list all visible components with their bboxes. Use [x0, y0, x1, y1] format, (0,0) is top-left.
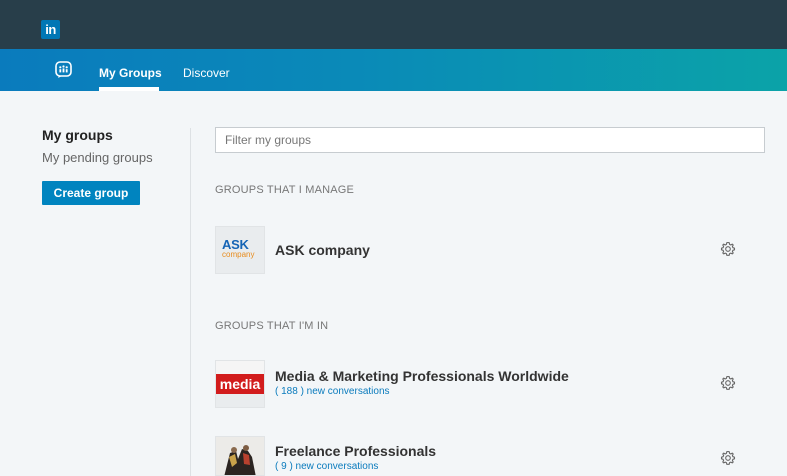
freelance-logo-image: [216, 437, 264, 475]
tab-discover[interactable]: Discover: [183, 66, 230, 80]
sidebar-pending-groups[interactable]: My pending groups: [42, 150, 153, 165]
gear-icon[interactable]: [720, 241, 736, 257]
sidebar-my-groups[interactable]: My groups: [42, 127, 113, 143]
media-logo-text: media: [216, 374, 264, 394]
tab-my-groups[interactable]: My Groups: [99, 66, 162, 80]
freelance-new-conversations-link[interactable]: ( 9 ) new conversations: [275, 461, 378, 472]
freelance-group-logo[interactable]: [215, 436, 265, 476]
linkedin-logo[interactable]: in: [41, 20, 60, 39]
ask-logo-bottom: company: [222, 250, 255, 259]
active-tab-indicator: [99, 87, 159, 91]
top-bar: [0, 0, 787, 49]
manage-section-heading: GROUPS THAT I MANAGE: [215, 184, 355, 196]
group-name-freelance[interactable]: Freelance Professionals: [275, 443, 436, 459]
ask-company-logo[interactable]: ASK company: [215, 226, 265, 274]
group-name-media-marketing[interactable]: Media & Marketing Professionals Worldwid…: [275, 368, 569, 384]
group-name-ask-company[interactable]: ASK company: [275, 242, 370, 258]
create-group-button[interactable]: Create group: [42, 181, 140, 205]
media-new-conversations-link[interactable]: ( 188 ) new conversations: [275, 386, 390, 397]
gear-icon[interactable]: [720, 450, 736, 466]
filter-groups-input[interactable]: [215, 127, 765, 153]
media-group-logo[interactable]: media: [215, 360, 265, 408]
member-section-heading: GROUPS THAT I'M IN: [215, 320, 329, 332]
gear-icon[interactable]: [720, 375, 736, 391]
column-divider: [190, 128, 191, 476]
media-logo-background: [216, 361, 264, 374]
groups-icon[interactable]: [55, 61, 72, 78]
